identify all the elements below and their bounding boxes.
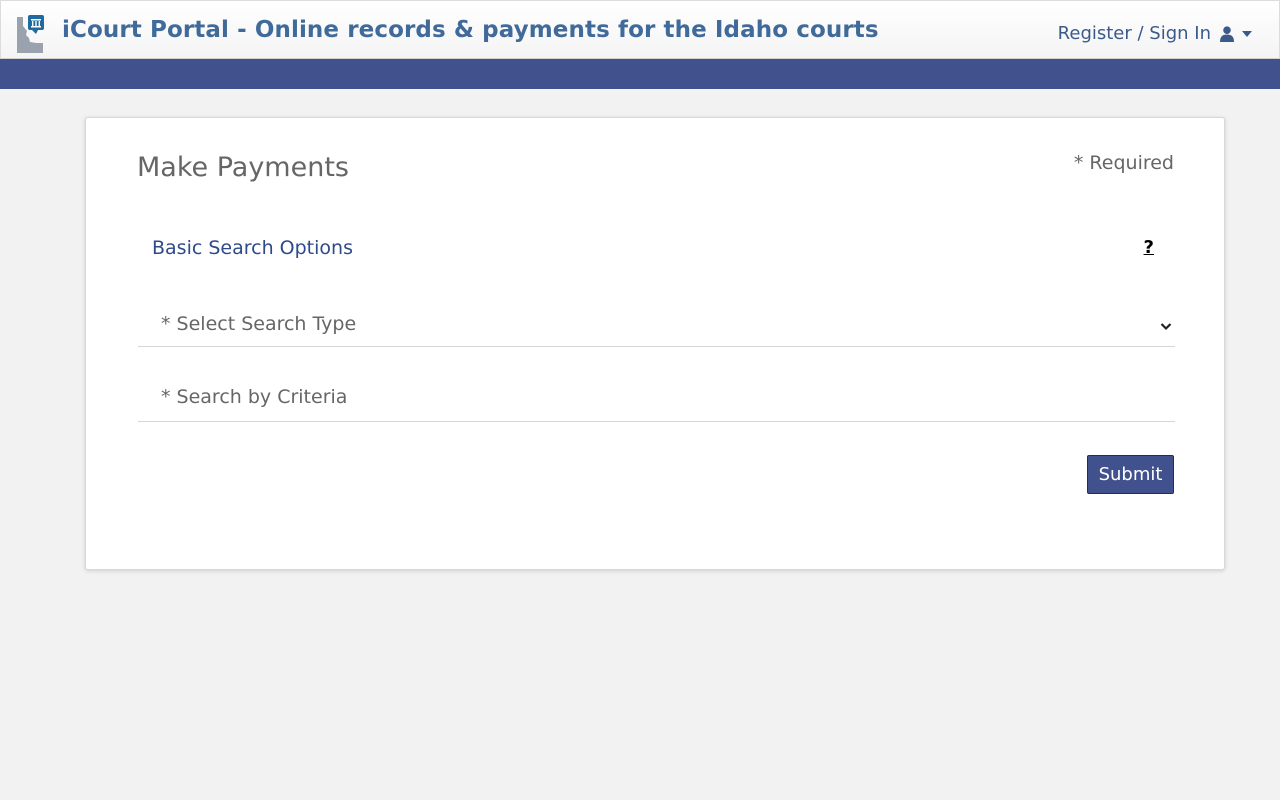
chevron-down-icon xyxy=(1160,323,1172,331)
idaho-courthouse-logo-icon[interactable] xyxy=(16,15,46,53)
portal-title[interactable]: iCourt Portal - Online records & payment… xyxy=(62,17,879,43)
top-header: iCourt Portal - Online records & payment… xyxy=(0,0,1280,59)
search-type-select[interactable]: * Select Search Type xyxy=(138,310,1175,347)
search-criteria-input[interactable]: * Search by Criteria xyxy=(138,382,1175,422)
caret-down-icon xyxy=(1242,30,1252,37)
register-signin-label: Register / Sign In xyxy=(1057,23,1211,44)
payment-search-card: Make Payments * Required Basic Search Op… xyxy=(85,117,1225,570)
basic-search-options-link[interactable]: Basic Search Options xyxy=(152,237,353,259)
register-signin-dropdown[interactable]: Register / Sign In xyxy=(1058,23,1252,44)
search-type-label: * Select Search Type xyxy=(161,313,357,335)
search-criteria-label: * Search by Criteria xyxy=(161,386,348,408)
submit-button[interactable]: Submit xyxy=(1087,455,1174,494)
page-title: Make Payments xyxy=(137,152,349,183)
help-icon[interactable]: ? xyxy=(1144,237,1154,258)
user-icon xyxy=(1220,25,1234,42)
nav-bar xyxy=(0,59,1280,89)
required-note: * Required xyxy=(1073,152,1174,174)
